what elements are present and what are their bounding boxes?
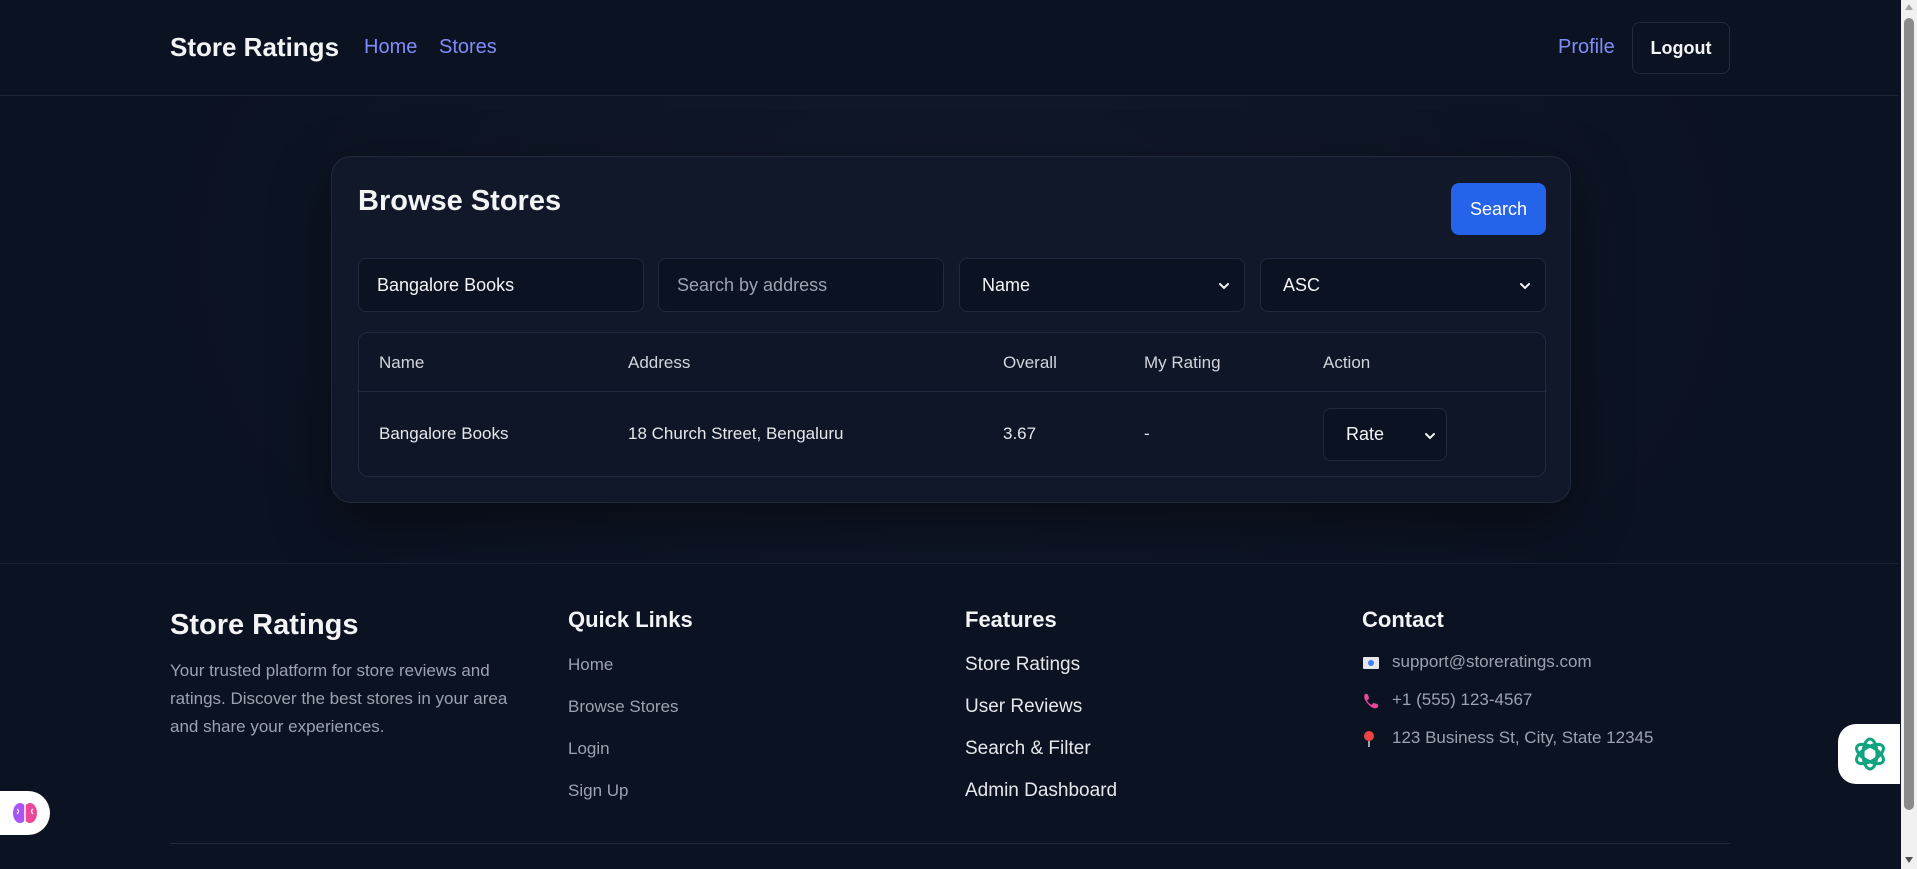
- contact-phone-text: +1 (555) 123-4567: [1392, 690, 1533, 709]
- search-button[interactable]: Search: [1451, 183, 1546, 235]
- address-filter-input[interactable]: [658, 258, 944, 312]
- map-pin-icon: [1362, 729, 1384, 749]
- name-filter-input[interactable]: [358, 258, 644, 312]
- footer-link-login[interactable]: Login: [568, 739, 610, 759]
- stores-table: Name Address Overall My Rating Action Ba…: [358, 332, 1546, 477]
- feature-item: Search & Filter: [965, 738, 1091, 759]
- feature-item: Store Ratings: [965, 654, 1081, 675]
- my-rating-cell: -: [1144, 424, 1150, 443]
- vertical-scrollbar[interactable]: [1901, 0, 1917, 869]
- footer-link-browse-stores[interactable]: Browse Stores: [568, 697, 679, 717]
- column-header-overall: Overall: [1003, 353, 1057, 372]
- overall-rating-cell: 3.67: [1003, 424, 1037, 443]
- sort-order-select[interactable]: ASC: [1260, 258, 1546, 312]
- site-footer: Store Ratings Your trusted platform for …: [0, 563, 1898, 869]
- rate-select-value: Rate: [1346, 424, 1385, 444]
- sort-order-value: ASC: [1283, 275, 1321, 295]
- scroll-down-arrow-icon[interactable]: [1905, 857, 1913, 863]
- features-heading: Features: [965, 607, 1057, 632]
- column-header-address: Address: [628, 353, 691, 372]
- chevron-down-icon: [1218, 278, 1230, 296]
- nav-home-link[interactable]: Home: [364, 36, 417, 59]
- top-navbar: Store Ratings Home Stores Profile Logout: [0, 0, 1898, 96]
- feature-item: Admin Dashboard: [965, 780, 1118, 801]
- contact-email-text: support@storeratings.com: [1392, 652, 1592, 671]
- logout-button[interactable]: Logout: [1632, 22, 1730, 74]
- footer-link-sign-up[interactable]: Sign Up: [568, 781, 628, 801]
- contact-address-text: 123 Business St, City, State 12345: [1392, 728, 1654, 747]
- chevron-down-icon: [1424, 428, 1436, 446]
- brand-logo[interactable]: Store Ratings: [170, 32, 339, 63]
- footer-divider: [170, 843, 1730, 844]
- chatgpt-logo-icon: [1850, 734, 1890, 779]
- footer-description: Your trusted platform for store reviews …: [170, 661, 508, 736]
- page: Store Ratings Home Stores Profile Logout…: [0, 0, 1917, 869]
- page-title: Browse Stores: [358, 185, 562, 217]
- contact-address: 123 Business St, City, State 12345: [1362, 728, 1653, 749]
- scroll-up-arrow-icon[interactable]: [1905, 4, 1913, 10]
- brain-icon: [12, 801, 38, 830]
- sort-by-select[interactable]: Name: [959, 258, 1245, 312]
- column-header-my-rating: My Rating: [1144, 353, 1221, 372]
- phone-icon: [1362, 691, 1384, 711]
- table-header: Name Address Overall My Rating Action: [359, 333, 1545, 392]
- browse-stores-card: Browse Stores Search Name ASC Name Addre…: [331, 156, 1571, 503]
- column-header-name: Name: [379, 353, 425, 372]
- store-name-cell: Bangalore Books: [379, 424, 509, 443]
- assistant-widget-button[interactable]: [1838, 724, 1900, 784]
- feature-item: User Reviews: [965, 696, 1083, 717]
- nav-stores-link[interactable]: Stores: [439, 36, 497, 59]
- contact-phone: +1 (555) 123-4567: [1362, 690, 1532, 711]
- footer-brand: Store Ratings: [170, 609, 359, 641]
- column-header-action: Action: [1323, 353, 1371, 372]
- contact-heading: Contact: [1362, 607, 1444, 632]
- extension-widget-button[interactable]: [0, 791, 50, 835]
- rate-select[interactable]: Rate: [1323, 408, 1447, 461]
- sort-by-value: Name: [982, 275, 1031, 295]
- contact-email: support@storeratings.com: [1362, 652, 1592, 673]
- store-address-cell: 18 Church Street, Bengaluru: [628, 424, 844, 443]
- quick-links-heading: Quick Links: [568, 607, 693, 632]
- chevron-down-icon: [1519, 278, 1531, 296]
- footer-link-home[interactable]: Home: [568, 655, 613, 675]
- envelope-icon: [1362, 653, 1384, 673]
- nav-profile-link[interactable]: Profile: [1558, 36, 1615, 59]
- scrollbar-thumb[interactable]: [1904, 18, 1914, 810]
